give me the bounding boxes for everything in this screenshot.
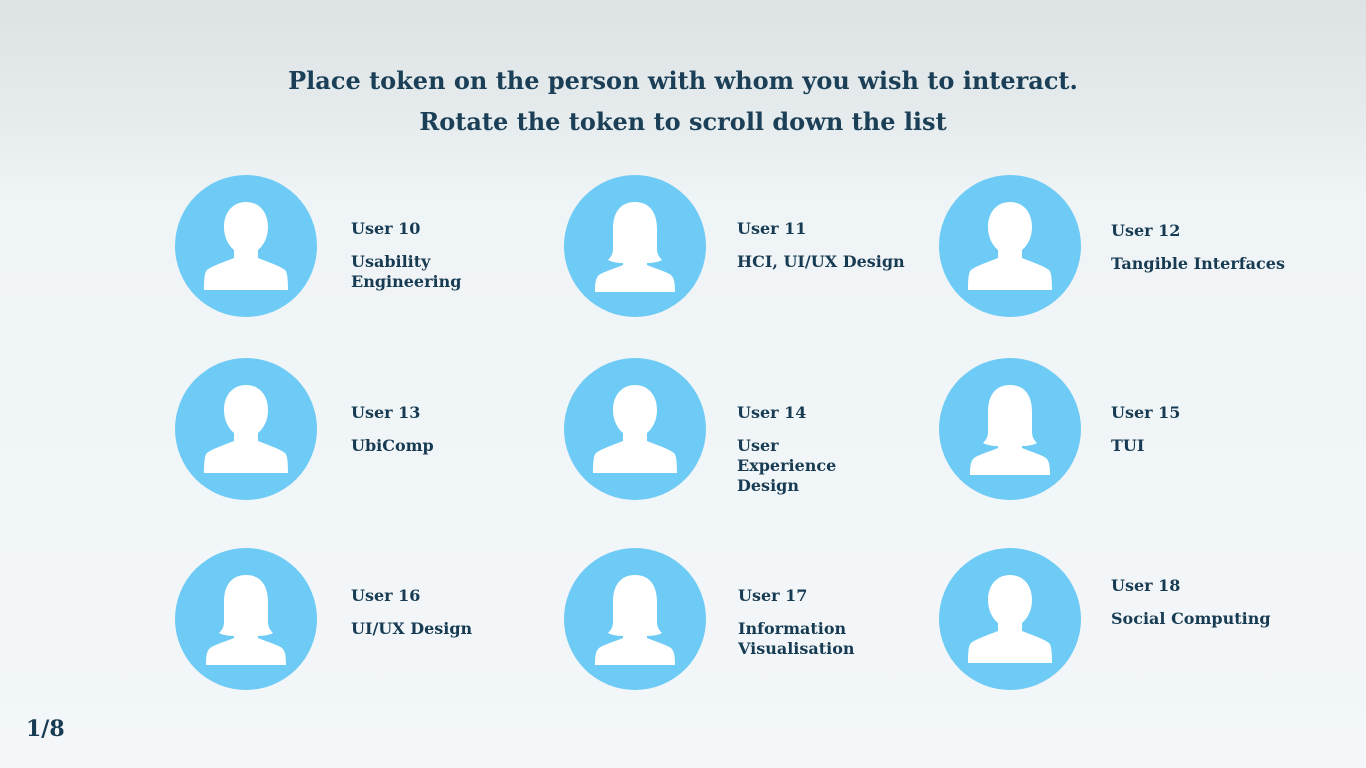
user-topic: UI/UX Design <box>351 619 473 638</box>
user-topic: Tangible Interfaces <box>1111 254 1285 273</box>
user-name: User 18 <box>1111 576 1181 595</box>
user-topic: Social Computing <box>1111 609 1271 628</box>
instruction-line-place-token: Place token on the person with whom you … <box>288 66 1078 95</box>
user-name: User 15 <box>1111 403 1181 422</box>
user-topic: Usability Engineering <box>351 252 462 291</box>
male-avatar-icon <box>939 548 1081 690</box>
page-indicator: 1/8 <box>26 716 65 742</box>
user-card[interactable]: User 18 Social Computing <box>939 548 1299 698</box>
user-card[interactable]: User 16 UI/UX Design <box>175 548 535 698</box>
user-card[interactable]: User 17 Information Visualisation <box>564 548 924 698</box>
male-avatar-icon <box>564 358 706 500</box>
male-avatar-icon <box>939 175 1081 317</box>
user-card[interactable]: User 15 TUI <box>939 358 1299 508</box>
user-card[interactable]: User 11 HCI, UI/UX Design <box>564 175 924 325</box>
female-avatar-icon <box>564 175 706 317</box>
user-name: User 11 <box>737 219 807 238</box>
user-name: User 10 <box>351 219 421 238</box>
female-avatar-icon <box>175 548 317 690</box>
male-avatar-icon <box>175 175 317 317</box>
user-topic: TUI <box>1111 436 1145 455</box>
user-card[interactable]: User 12 Tangible Interfaces <box>939 175 1299 325</box>
female-avatar-icon <box>564 548 706 690</box>
user-name: User 14 <box>737 403 807 422</box>
instruction-line-rotate-token: Rotate the token to scroll down the list <box>419 107 947 136</box>
user-name: User 17 <box>738 586 808 605</box>
user-name: User 16 <box>351 586 421 605</box>
instructions: Place token on the person with whom you … <box>0 60 1366 142</box>
user-name: User 13 <box>351 403 421 422</box>
user-topic: UbiComp <box>351 436 434 455</box>
user-name: User 12 <box>1111 221 1181 240</box>
user-topic: HCI, UI/UX Design <box>737 252 905 271</box>
user-card[interactable]: User 10 Usability Engineering <box>175 175 535 325</box>
user-topic: Information Visualisation <box>738 619 855 658</box>
female-avatar-icon <box>939 358 1081 500</box>
user-card[interactable]: User 13 UbiComp <box>175 358 535 508</box>
user-topic: User Experience Design <box>737 436 837 495</box>
male-avatar-icon <box>175 358 317 500</box>
user-card[interactable]: User 14 User Experience Design <box>564 358 924 508</box>
